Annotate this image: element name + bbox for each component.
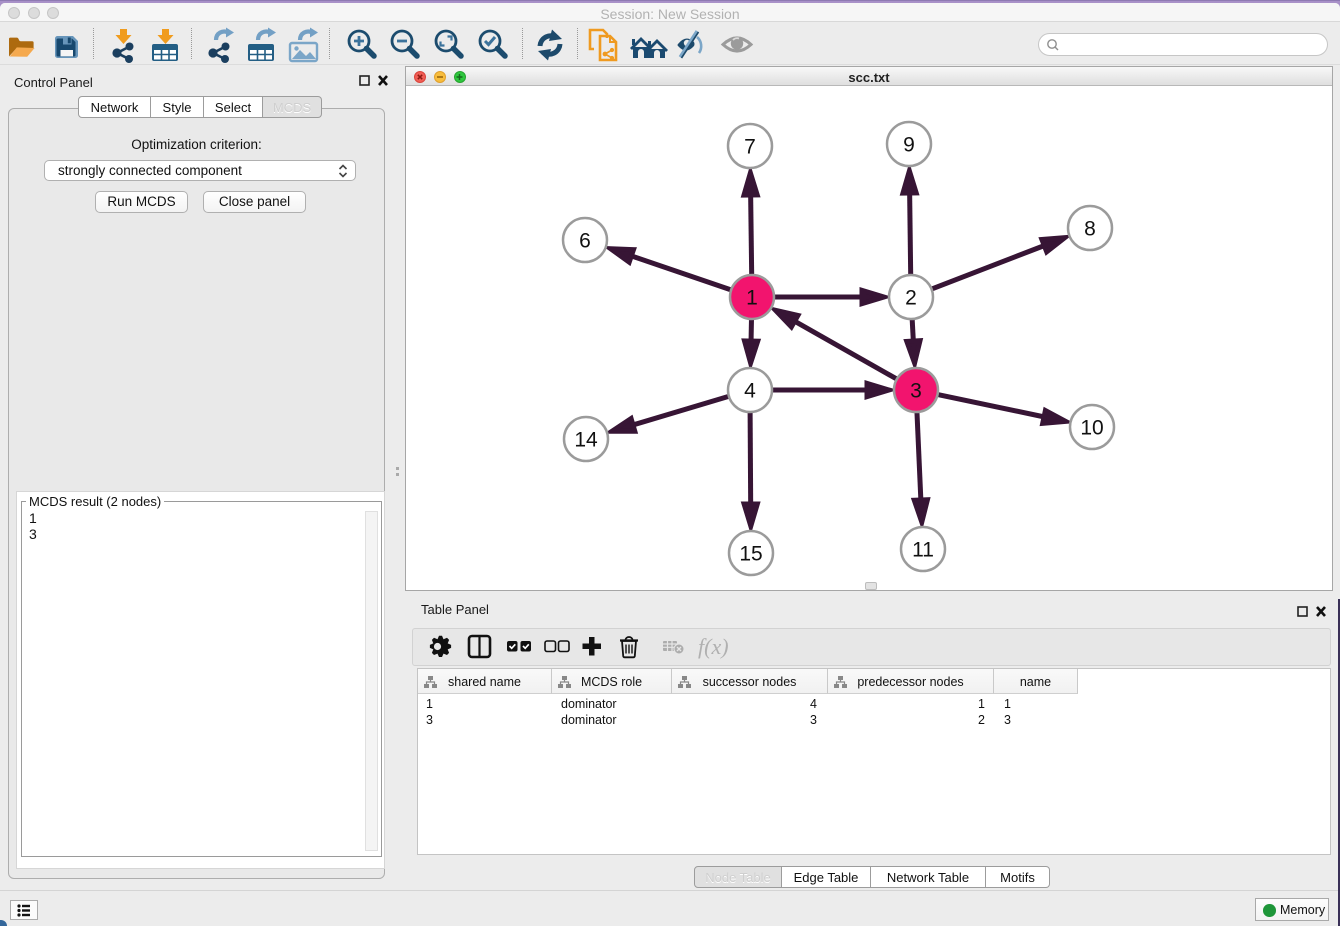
svg-text:9: 9: [903, 134, 915, 157]
svg-text:1: 1: [746, 287, 758, 310]
svg-text:8: 8: [1084, 218, 1096, 241]
svg-text:6: 6: [579, 230, 591, 253]
svg-text:15: 15: [739, 543, 762, 566]
svg-text:11: 11: [912, 539, 934, 562]
svg-text:3: 3: [910, 380, 922, 403]
svg-text:10: 10: [1080, 417, 1103, 440]
svg-text:7: 7: [744, 136, 756, 159]
svg-text:14: 14: [574, 429, 598, 452]
svg-text:f(x): f(x): [698, 634, 729, 659]
svg-text:4: 4: [744, 380, 756, 403]
svg-text:2: 2: [905, 287, 917, 310]
